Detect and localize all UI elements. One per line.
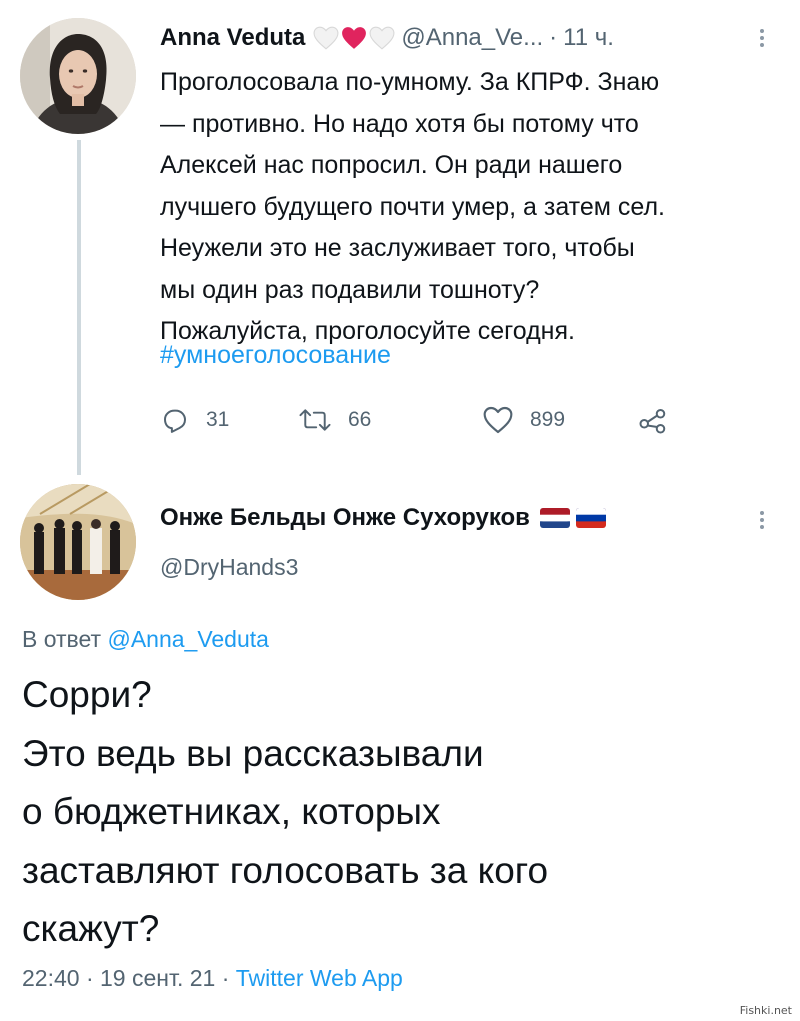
reply-button[interactable]: 31 — [160, 405, 229, 435]
share-button[interactable] — [638, 405, 668, 435]
heart-icon — [483, 406, 513, 434]
more-options-icon[interactable] — [760, 26, 766, 50]
thread-connector-line — [77, 140, 81, 475]
like-count: 899 — [530, 408, 566, 431]
reply-source-link[interactable]: Twitter Web App — [236, 965, 403, 991]
russia-flag-icon — [575, 508, 606, 528]
name-flags — [539, 508, 606, 528]
share-icon — [639, 409, 666, 434]
white-heart-icon — [369, 26, 395, 50]
reply-count: 31 — [206, 408, 230, 431]
separator-dot: · — [549, 24, 558, 51]
like-button[interactable]: 899 — [482, 405, 565, 435]
reply-icon — [164, 409, 186, 433]
author-avatar[interactable] — [20, 18, 136, 134]
reply-author-name[interactable]: Онже Бельды Онже Сухоруков — [160, 504, 530, 532]
reply-prefix: В ответ — [22, 626, 102, 652]
reply-tweet: Онже Бельды Онже Сухоруков @DryHands3 В … — [0, 470, 800, 1021]
reply-meta: 22:40 · 19 сент. 21 · Twitter Web App — [22, 965, 403, 992]
red-heart-icon — [342, 27, 367, 49]
name-emojis — [313, 26, 395, 50]
tweet-header: Anna Veduta @Anna_Ve... · 11 ч. — [160, 20, 614, 56]
reply-text: Сорри? Это ведь вы рассказывали о бюджет… — [22, 674, 549, 949]
reply-mention-link[interactable]: @Anna_Veduta — [107, 626, 268, 652]
author-name[interactable]: Anna Veduta — [160, 24, 305, 52]
reply-more-options-icon[interactable] — [760, 508, 766, 532]
tweet-text: Проголосовала по-умному. За КПРФ. Знаю —… — [160, 68, 665, 345]
retweet-count: 66 — [348, 408, 372, 431]
hashtag-link[interactable]: #умноеголосование — [160, 341, 391, 370]
author-handle[interactable]: @Anna_Ve... — [401, 24, 543, 52]
reply-timestamp[interactable]: 22:40 · 19 сент. 21 · — [22, 965, 229, 991]
retweet-button[interactable]: 66 — [298, 405, 371, 435]
reply-author-handle[interactable]: @DryHands3 — [160, 554, 298, 581]
site-watermark: Fishki.net — [739, 1004, 792, 1017]
replying-to: В ответ @Anna_Veduta — [22, 626, 269, 653]
netherlands-flag-icon — [539, 508, 570, 528]
retweet-icon — [299, 409, 331, 431]
white-heart-icon — [313, 26, 339, 50]
reply-author-avatar[interactable] — [20, 484, 136, 600]
original-tweet: Anna Veduta @Anna_Ve... · 11 ч. Проголос… — [0, 0, 800, 475]
tweet-time[interactable]: 11 ч. — [563, 24, 614, 52]
tweet-actions: 31 66 899 — [160, 405, 720, 445]
reply-author-name-row: Онже Бельды Онже Сухоруков — [160, 504, 606, 532]
